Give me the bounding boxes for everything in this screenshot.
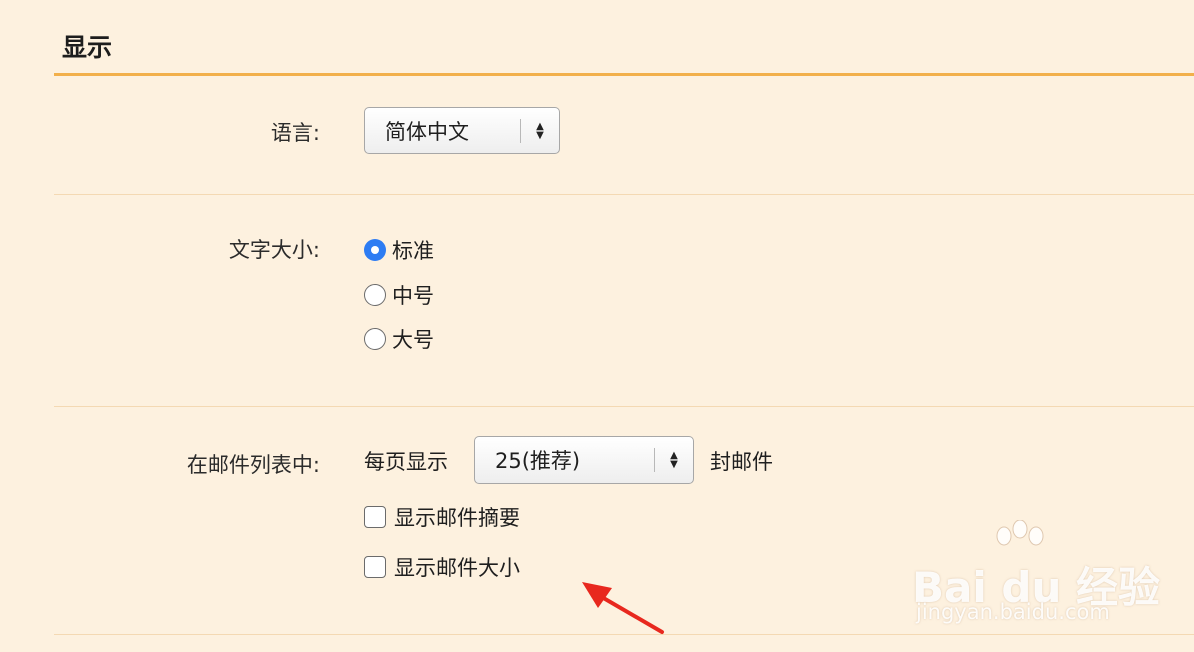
baidu-watermark: Bai du 经验 jingyan.baidu.com — [912, 520, 1160, 630]
radio-unchecked-icon[interactable] — [364, 328, 386, 350]
show-size-option[interactable]: 显示邮件大小 — [364, 552, 520, 582]
font-size-option-label: 大号 — [392, 328, 434, 352]
row-divider — [54, 194, 1194, 195]
section-title: 显示 — [62, 33, 113, 62]
per-page-suffix: 封邮件 — [710, 450, 773, 474]
per-page-select[interactable]: 25(推荐) ▲ ▼ — [474, 436, 694, 484]
mail-list-label: 在邮件列表中: — [186, 453, 320, 477]
show-summary-option[interactable]: 显示邮件摘要 — [364, 502, 520, 532]
up-down-chevron-icon: ▲ ▼ — [536, 120, 544, 141]
section-title-rule — [54, 73, 1194, 76]
font-size-option-label: 中号 — [392, 284, 434, 308]
language-select-value: 简体中文 — [385, 119, 469, 144]
checkbox-icon[interactable] — [364, 506, 386, 528]
radio-checked-icon[interactable] — [364, 239, 386, 261]
language-select[interactable]: 简体中文 ▲ ▼ — [364, 107, 560, 154]
font-size-label: 文字大小: — [228, 238, 320, 262]
font-size-option-label: 标准 — [392, 239, 434, 263]
show-summary-label: 显示邮件摘要 — [394, 506, 520, 530]
watermark-url: jingyan.baidu.com — [916, 600, 1110, 624]
per-page-select-value: 25(推荐) — [495, 449, 581, 473]
language-label: 语言: — [270, 121, 320, 145]
show-size-label: 显示邮件大小 — [394, 556, 520, 580]
font-size-option-medium[interactable]: 中号 — [364, 280, 434, 310]
up-down-chevron-icon: ▲ ▼ — [670, 450, 678, 470]
checkbox-icon[interactable] — [364, 556, 386, 578]
red-arrow-icon — [582, 582, 664, 634]
per-page-prefix: 每页显示 — [364, 450, 448, 474]
font-size-option-large[interactable]: 大号 — [364, 324, 434, 354]
row-divider — [54, 406, 1194, 407]
font-size-option-standard[interactable]: 标准 — [364, 235, 434, 265]
radio-unchecked-icon[interactable] — [364, 284, 386, 306]
